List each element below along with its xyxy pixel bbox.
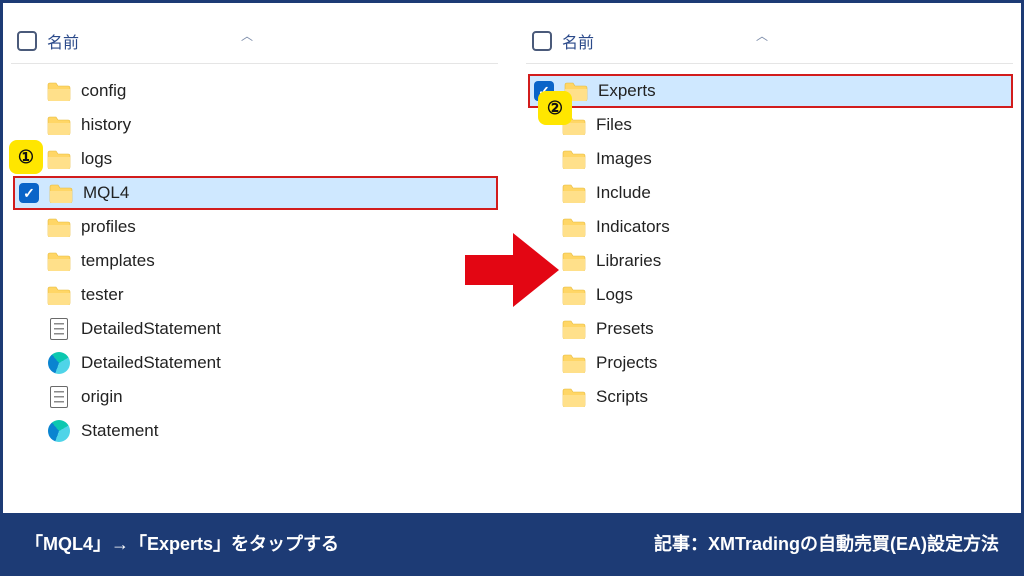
explorer-panel-left: 名前 ︿ config history logs ✓ MQL4 profiles templ… [3, 3, 502, 448]
folder-row[interactable]: Libraries [554, 244, 1013, 278]
folder-icon [47, 285, 71, 305]
step-badge-2: ② [538, 91, 572, 125]
folder-icon [562, 183, 586, 203]
document-icon [50, 318, 68, 340]
folder-row[interactable]: profiles [39, 210, 498, 244]
column-header[interactable]: 名前 ︿ [526, 23, 1013, 64]
item-label: Include [596, 183, 651, 203]
file-row[interactable]: DetailedStatement [39, 346, 498, 380]
column-name-label: 名前 [562, 29, 594, 53]
edge-browser-icon [48, 352, 70, 374]
select-all-checkbox[interactable] [17, 31, 37, 51]
item-label: config [81, 81, 126, 101]
folder-row[interactable]: Scripts [554, 380, 1013, 414]
folder-row[interactable]: Logs [554, 278, 1013, 312]
step-badge-1: ① [9, 140, 43, 174]
folder-icon [47, 217, 71, 237]
folder-icon [562, 217, 586, 237]
folder-icon [47, 149, 71, 169]
folder-row[interactable]: templates [39, 244, 498, 278]
item-label: logs [81, 149, 112, 169]
folder-row[interactable]: ✓ MQL4 [13, 176, 498, 210]
folder-icon [562, 251, 586, 271]
item-label: history [81, 115, 131, 135]
folder-icon [562, 387, 586, 407]
selection-checkbox[interactable]: ✓ [19, 183, 39, 203]
item-label: templates [81, 251, 155, 271]
item-label: Experts [598, 81, 656, 101]
item-label: Statement [81, 421, 159, 441]
item-label: DetailedStatement [81, 353, 221, 373]
column-name-label: 名前 [47, 29, 79, 53]
item-label: Presets [596, 319, 654, 339]
file-list-right: ✓Experts Files Images Include Indicators Libr… [526, 64, 1013, 414]
item-label: Libraries [596, 251, 661, 271]
folder-row[interactable]: Files [554, 108, 1013, 142]
folder-icon [562, 149, 586, 169]
sort-indicator-icon[interactable]: ︿ [241, 27, 253, 44]
arrow-right-icon [465, 233, 559, 307]
item-label: Files [596, 115, 632, 135]
item-label: DetailedStatement [81, 319, 221, 339]
folder-icon [562, 285, 586, 305]
item-label: Logs [596, 285, 633, 305]
folder-row[interactable]: Projects [554, 346, 1013, 380]
folder-row[interactable]: tester [39, 278, 498, 312]
select-all-checkbox[interactable] [532, 31, 552, 51]
item-label: origin [81, 387, 123, 407]
explorer-panel-right: 名前 ︿ ✓Experts Files Images Include Indicator… [502, 3, 1021, 414]
folder-icon [562, 319, 586, 339]
document-icon [50, 386, 68, 408]
item-label: Indicators [596, 217, 670, 237]
item-label: Images [596, 149, 652, 169]
file-list-left: config history logs ✓ MQL4 profiles templates t… [11, 64, 498, 448]
folder-row[interactable]: logs [39, 142, 498, 176]
folder-row[interactable]: Presets [554, 312, 1013, 346]
folder-row[interactable]: ✓Experts [528, 74, 1013, 108]
item-label: profiles [81, 217, 136, 237]
file-row[interactable]: Statement [39, 414, 498, 448]
instruction-text: 「MQL4」→「Experts」をタップする [25, 530, 339, 556]
file-row[interactable]: origin [39, 380, 498, 414]
item-label: MQL4 [83, 183, 129, 203]
edge-browser-icon [48, 420, 70, 442]
folder-row[interactable]: history [39, 108, 498, 142]
folder-row[interactable]: Indicators [554, 210, 1013, 244]
item-label: Scripts [596, 387, 648, 407]
instruction-banner: 「MQL4」→「Experts」をタップする 記事：XMTradingの自動売買… [3, 513, 1021, 573]
column-header[interactable]: 名前 ︿ [11, 23, 498, 64]
folder-icon [49, 183, 73, 203]
folder-icon [47, 251, 71, 271]
folder-icon [562, 353, 586, 373]
item-label: tester [81, 285, 124, 305]
folder-row[interactable]: config [39, 74, 498, 108]
folder-icon [47, 81, 71, 101]
folder-row[interactable]: Include [554, 176, 1013, 210]
file-row[interactable]: DetailedStatement [39, 312, 498, 346]
article-title: 記事：XMTradingの自動売買(EA)設定方法 [654, 530, 999, 556]
sort-indicator-icon[interactable]: ︿ [756, 27, 768, 44]
folder-icon [47, 115, 71, 135]
item-label: Projects [596, 353, 657, 373]
folder-row[interactable]: Images [554, 142, 1013, 176]
